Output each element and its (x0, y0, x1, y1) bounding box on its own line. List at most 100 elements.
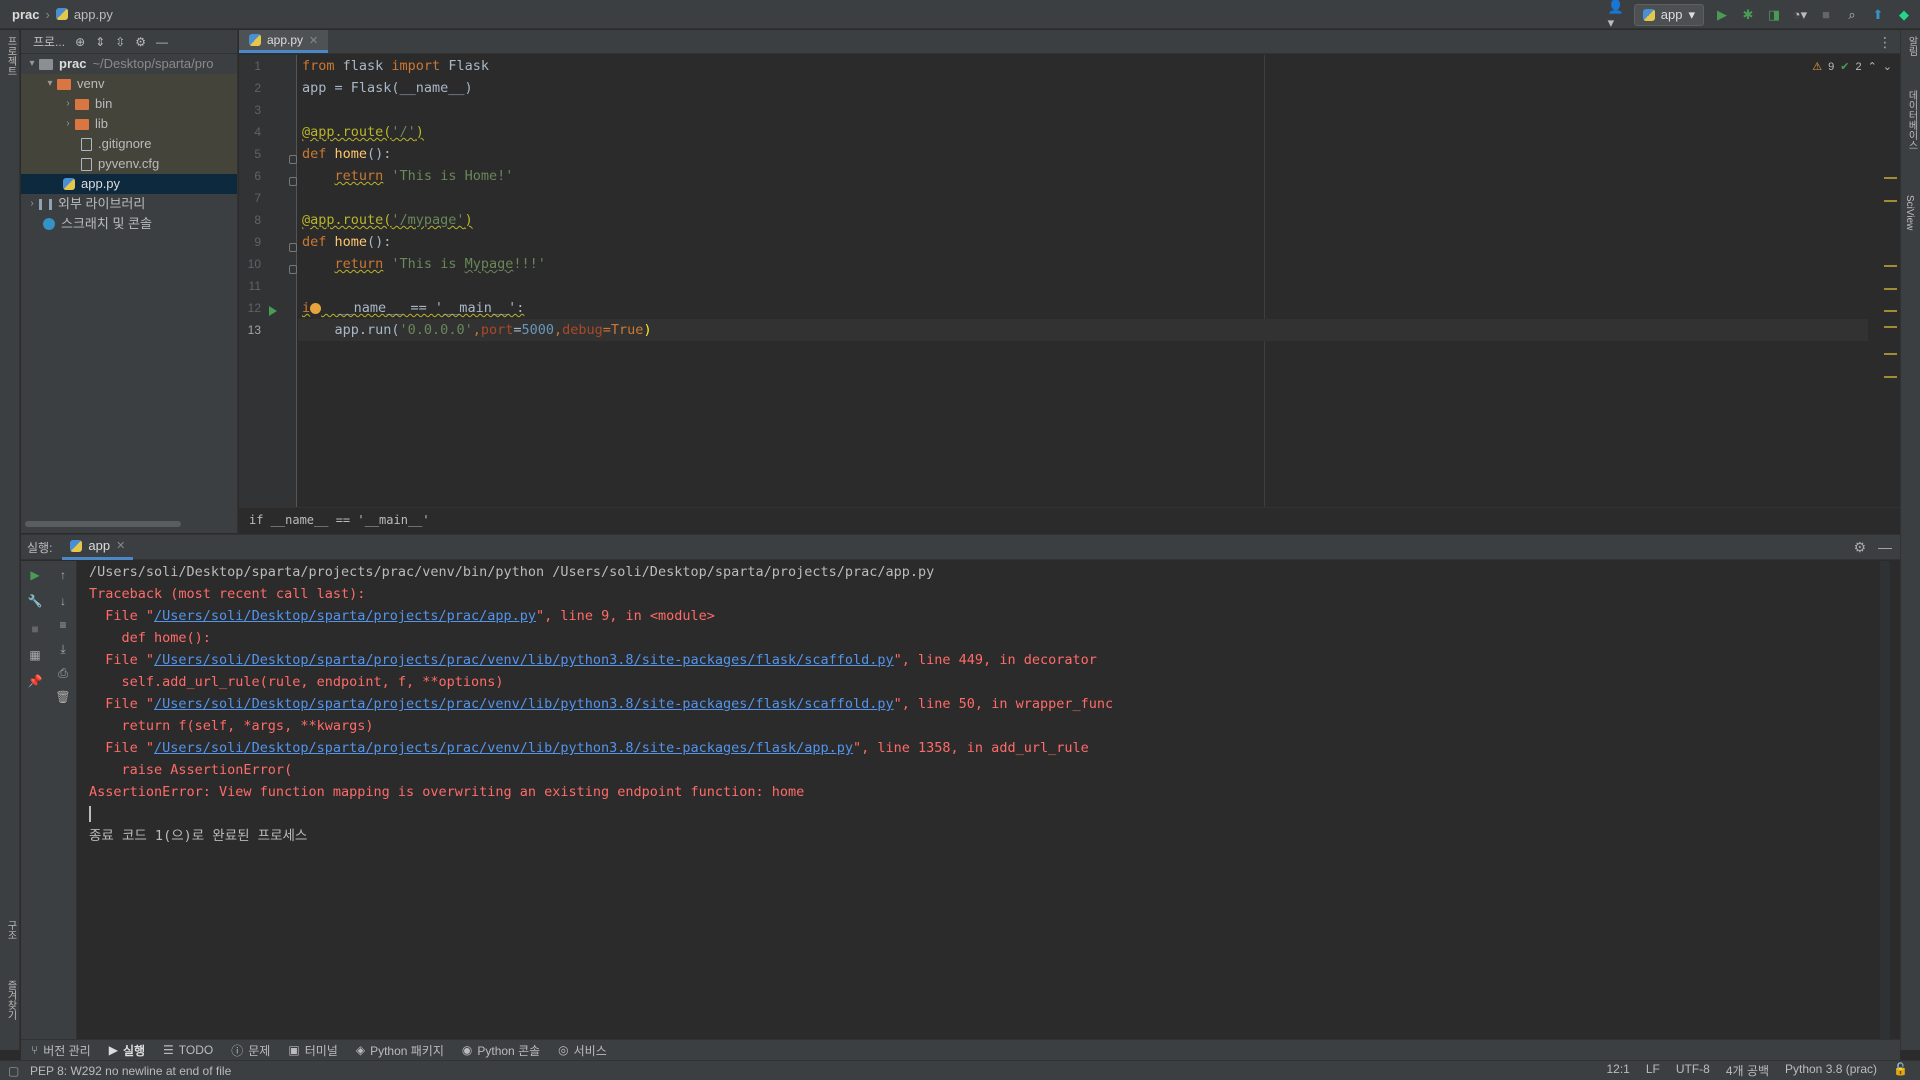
chevron-right-icon[interactable]: › (25, 194, 39, 214)
arrow-down-icon[interactable]: ↓ (55, 593, 71, 609)
code-breadcrumb[interactable]: if __name__ == '__main__' (239, 507, 1900, 533)
tab-app-py[interactable]: app.py ✕ (239, 30, 329, 53)
gear-icon[interactable]: ⚙ (135, 35, 146, 49)
console-output[interactable]: /Users/soli/Desktop/sparta/projects/prac… (89, 561, 1890, 1040)
code-area[interactable]: from flask import Flask app = Flask(__na… (298, 55, 1880, 507)
lock-icon[interactable]: 🔓 (1893, 1062, 1908, 1079)
fold-icon[interactable] (289, 155, 297, 164)
file-icon (81, 137, 92, 151)
tab-todo[interactable]: ☰ TODO (163, 1043, 213, 1057)
warning-marker[interactable] (1884, 326, 1897, 328)
tab-python-packages[interactable]: ◈ Python 패키지 (356, 1042, 444, 1059)
search-icon[interactable]: ⌕ (1844, 7, 1860, 23)
structure-tool-button[interactable]: 구조 (2, 920, 18, 940)
coverage-icon[interactable]: ◨ (1766, 7, 1782, 23)
stop-icon[interactable]: ■ (27, 621, 43, 637)
run-icon[interactable]: ▶ (1714, 7, 1730, 23)
close-icon[interactable]: ✕ (309, 34, 318, 47)
tree-item-lib[interactable]: › lib (21, 114, 237, 134)
indent-setting[interactable]: 4개 공백 (1726, 1062, 1769, 1079)
warning-marker[interactable] (1884, 376, 1897, 378)
collapse-all-icon[interactable]: ⇳ (115, 35, 125, 49)
tab-python-console[interactable]: ◉ Python 콘솔 (462, 1042, 540, 1059)
tree-item-external-libraries[interactable]: › 외부 라이브러리 (21, 194, 237, 214)
tree-item-scratches[interactable]: 스크래치 및 콘솔 (21, 214, 237, 234)
database-tool-button[interactable]: 데이터베이스 (1904, 90, 1919, 150)
chevron-down-icon[interactable]: ▾ (25, 54, 39, 74)
file-link[interactable]: /Users/soli/Desktop/sparta/projects/prac… (154, 740, 853, 756)
tree-label: bin (95, 96, 113, 111)
expand-all-icon[interactable]: ⇕ (95, 35, 105, 49)
bookmarks-tool-button[interactable]: 즐겨찾기 (2, 980, 18, 1020)
gear-icon[interactable]: ⚙ (1853, 539, 1866, 556)
status-message[interactable]: PEP 8: W292 no newline at end of file (0, 1064, 231, 1078)
locate-icon[interactable]: ⊕ (75, 35, 85, 49)
chevron-down-icon[interactable]: ▾ (43, 74, 57, 94)
chevron-right-icon[interactable]: › (61, 94, 75, 114)
layout-icon[interactable]: ▦ (27, 647, 43, 663)
vertical-scrollbar[interactable] (1880, 561, 1890, 1040)
tab-run[interactable]: ▶ 실행 (109, 1042, 145, 1059)
horizontal-scrollbar[interactable] (25, 521, 181, 527)
arrow-up-icon[interactable]: ↑ (55, 567, 71, 583)
file-link[interactable]: /Users/soli/Desktop/sparta/projects/prac… (154, 652, 894, 668)
warning-marker[interactable] (1884, 265, 1897, 267)
run-config-selector[interactable]: app ▾ (1633, 3, 1704, 26)
tree-item-venv[interactable]: ▾ venv (21, 74, 237, 94)
project-tool-button[interactable]: 프로젝트 (2, 36, 18, 76)
wrench-icon[interactable]: 🔧 (27, 593, 43, 609)
tree-item-prac[interactable]: ▾ prac ~/Desktop/sparta/pro (21, 54, 237, 74)
stop-icon[interactable]: ■ (1818, 7, 1834, 23)
tree-item-app-py[interactable]: app.py (21, 174, 237, 194)
scroll-to-end-icon[interactable]: ⤓ (55, 641, 71, 657)
rerun-icon[interactable]: ▶ (27, 567, 43, 583)
update-icon[interactable]: ⬆ (1870, 7, 1886, 23)
warning-marker[interactable] (1884, 288, 1897, 290)
file-link[interactable]: /Users/soli/Desktop/sparta/projects/prac… (154, 608, 536, 624)
hide-icon[interactable]: — (156, 35, 168, 49)
caret-position[interactable]: 12:1 (1606, 1062, 1629, 1079)
more-icon[interactable]: ⋮ (1878, 34, 1892, 51)
warning-marker[interactable] (1884, 310, 1897, 312)
fold-icon[interactable] (289, 243, 297, 252)
debug-icon[interactable]: ✱ (1740, 7, 1756, 23)
chevron-right-icon[interactable]: › (61, 114, 75, 134)
tab-version-control[interactable]: ⑂ 버전 관리 (31, 1042, 91, 1059)
toggle-tool-windows-icon[interactable]: ▢ (8, 1064, 19, 1078)
tab-problems[interactable]: ⓘ 문제 (231, 1042, 270, 1059)
notifications-tool-button[interactable]: 알림 (1904, 36, 1919, 56)
close-icon[interactable]: ✕ (116, 539, 125, 552)
line-separator[interactable]: LF (1646, 1062, 1660, 1079)
tree-item-gitignore[interactable]: .gitignore (21, 134, 237, 154)
tree-item-pyvenv[interactable]: pyvenv.cfg (21, 154, 237, 174)
inspection-widget[interactable]: ⚠ 9 ✔ 2 ⌃ ⌄ (1812, 60, 1892, 74)
warning-marker[interactable] (1884, 200, 1897, 202)
chevron-up-icon[interactable]: ⌃ (1868, 60, 1877, 73)
warning-marker[interactable] (1884, 353, 1897, 355)
fold-icon[interactable] (289, 177, 297, 186)
trash-icon[interactable]: 🗑 (55, 689, 71, 705)
tree-item-bin[interactable]: › bin (21, 94, 237, 114)
interpreter-selector[interactable]: Python 3.8 (prac) (1785, 1062, 1877, 1079)
soft-wrap-icon[interactable]: ≡ (55, 617, 71, 633)
hide-icon[interactable]: — (1878, 539, 1892, 556)
tab-run-app[interactable]: app ✕ (62, 535, 134, 560)
warning-marker[interactable] (1884, 177, 1897, 179)
nav-project[interactable]: prac (12, 7, 39, 22)
tab-terminal[interactable]: ▣ 터미널 (288, 1042, 337, 1059)
chevron-down-icon[interactable]: ⌄ (1883, 60, 1892, 73)
pin-icon[interactable]: 📌 (27, 673, 43, 689)
intention-bulb-icon[interactable] (310, 302, 322, 314)
file-link[interactable]: /Users/soli/Desktop/sparta/projects/prac… (154, 696, 894, 712)
profile-icon[interactable]: ◔▾ (1792, 7, 1808, 23)
file-encoding[interactable]: UTF-8 (1676, 1062, 1710, 1079)
tab-services[interactable]: ◎ 서비스 (558, 1042, 607, 1059)
run-gutter-icon[interactable] (269, 306, 277, 316)
print-icon[interactable]: ⎙ (55, 665, 71, 681)
account-icon[interactable]: 👤▾ (1608, 0, 1624, 30)
fold-icon[interactable] (289, 265, 297, 274)
nav-file[interactable]: app.py (74, 7, 113, 22)
sciview-tool-button[interactable]: SciView (1904, 195, 1915, 230)
ide-logo-icon[interactable]: ◆ (1896, 7, 1912, 23)
project-view-selector[interactable]: 프로... (33, 33, 65, 50)
